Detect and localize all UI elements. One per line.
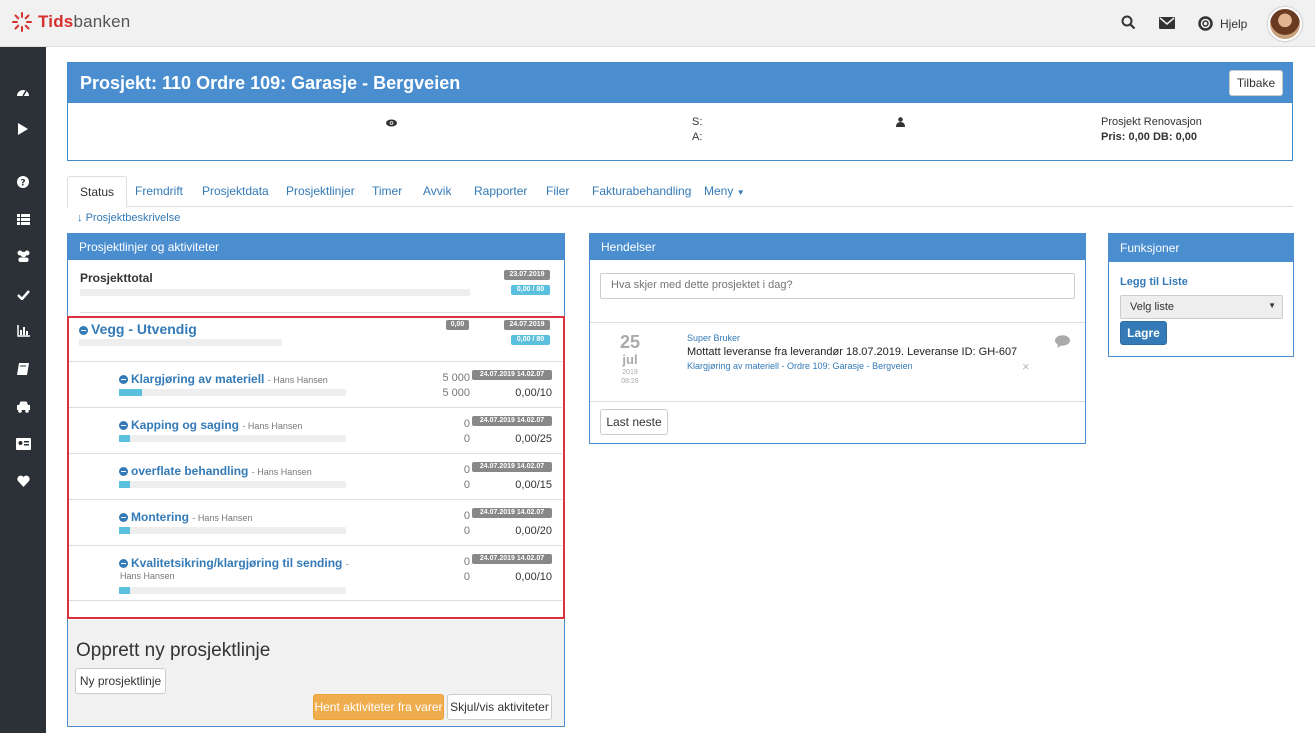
create-line-section: Opprett ny prosjektlinje Ny prosjektlinj…: [68, 620, 564, 726]
load-next-button[interactable]: Last neste: [600, 409, 668, 435]
total-progress-bar: [80, 289, 470, 296]
tab-filer[interactable]: Filer: [534, 176, 581, 207]
toggle-activities-button[interactable]: Skjul/vis aktiviteter: [447, 694, 552, 720]
caret-down-icon: ▼: [736, 188, 745, 197]
play-icon[interactable]: [15, 121, 31, 137]
back-button[interactable]: Tilbake: [1229, 70, 1283, 96]
top-bar: Tidsbanken Hjelp: [0, 0, 1315, 47]
tab-rapporter[interactable]: Rapporter: [462, 176, 539, 207]
tab-prosjektlinjer[interactable]: Prosjektlinjer: [274, 176, 367, 207]
fetch-activities-button[interactable]: Hent aktiviteter fra varer: [313, 694, 444, 720]
event-input[interactable]: [600, 273, 1075, 299]
svg-text:?: ?: [20, 179, 25, 189]
highlight-box: [67, 316, 565, 619]
heart-icon[interactable]: [15, 473, 31, 489]
add-list-link[interactable]: Legg til Liste: [1120, 276, 1188, 288]
description-link-label: Prosjektbeskrivelse: [85, 212, 181, 224]
project-lines-title: Prosjektlinjer og aktiviteter: [68, 234, 564, 260]
arrow-down-icon: ↓: [77, 212, 83, 224]
tab-prosjektdata[interactable]: Prosjektdata: [190, 176, 281, 207]
new-line-button[interactable]: Ny prosjektlinje: [75, 668, 166, 694]
functions-title: Funksjoner: [1109, 234, 1293, 262]
tab-meny-label: Meny: [704, 184, 734, 198]
event-author[interactable]: Super Bruker: [687, 333, 740, 343]
event-time: 08:28: [621, 378, 639, 385]
search-icon[interactable]: [1121, 15, 1136, 30]
comment-icon[interactable]: [1055, 335, 1070, 348]
book-icon[interactable]: [15, 361, 31, 377]
tab-avvik[interactable]: Avvik: [411, 176, 463, 207]
total-date-badge: 23.07.2019: [504, 270, 550, 280]
bar-chart-icon[interactable]: [15, 323, 31, 339]
functions-panel: Funksjoner Legg til Liste Velg liste ▼ L…: [1108, 233, 1294, 357]
price-summary: Pris: 0,00 DB: 0,00: [1101, 131, 1197, 143]
events-panel: Hendelser 25 jul 2019 08:28 Super Bruker…: [589, 233, 1086, 444]
checkmark-icon[interactable]: [15, 287, 31, 303]
event-date: 25 jul 2019 08:28: [610, 332, 650, 386]
tab-fremdrift[interactable]: Fremdrift: [123, 176, 195, 207]
tab-timer[interactable]: Timer: [360, 176, 414, 207]
lifebuoy-icon[interactable]: [1198, 16, 1213, 31]
save-button[interactable]: Lagre: [1120, 321, 1167, 345]
project-tabs: Status Fremdrift Prosjektdata Prosjektli…: [67, 176, 1293, 208]
clock-logo-icon: [12, 12, 32, 32]
eye-icon[interactable]: [386, 119, 397, 127]
customer-name: Prosjekt Renovasjon: [1101, 116, 1202, 128]
id-card-icon[interactable]: [15, 436, 31, 452]
help-link[interactable]: Hjelp: [1220, 17, 1247, 31]
tab-fakturabehandling[interactable]: Fakturabehandling: [580, 176, 703, 207]
description-link[interactable]: ↓ Prosjektbeskrivelse: [77, 212, 180, 224]
total-hours-badge: 0,00 / 80: [511, 285, 550, 295]
close-icon[interactable]: ×: [1022, 359, 1030, 374]
dashboard-icon[interactable]: [15, 84, 31, 100]
create-line-heading: Opprett ny prosjektlinje: [76, 640, 271, 661]
project-title: Prosjekt: 110 Ordre 109: Garasje - Bergv…: [80, 73, 461, 93]
users-icon[interactable]: [15, 248, 31, 264]
list-select[interactable]: Velg liste ▼: [1120, 295, 1283, 319]
envelope-icon[interactable]: [1159, 17, 1175, 29]
select-arrow-icon: ▼: [1268, 301, 1276, 310]
logo-text-primary: Tids: [38, 12, 74, 31]
user-icon: [896, 117, 905, 127]
brand-logo[interactable]: Tidsbanken: [11, 11, 130, 33]
tab-status[interactable]: Status: [67, 176, 128, 208]
s-label: S:: [692, 116, 703, 128]
list-icon[interactable]: [15, 211, 31, 227]
event-message: Mottatt leveranse fra leverandør 18.07.2…: [687, 346, 1018, 358]
project-header-panel: Prosjekt: 110 Ordre 109: Garasje - Bergv…: [67, 62, 1293, 161]
sidebar: ?: [0, 47, 46, 733]
event-day: 25: [619, 332, 641, 352]
event-context-link[interactable]: Klargjøring av materiell - Ordre 109: Ga…: [687, 361, 913, 371]
events-title: Hendelser: [590, 234, 1085, 260]
event-year: 2019: [622, 369, 638, 376]
car-icon[interactable]: [15, 399, 31, 415]
a-label: A:: [692, 131, 703, 143]
list-select-value: Velg liste: [1130, 301, 1175, 313]
tab-meny[interactable]: Meny ▼: [692, 176, 757, 207]
logo-text-secondary: banken: [73, 12, 131, 31]
user-avatar[interactable]: [1268, 7, 1302, 41]
question-icon[interactable]: ?: [15, 174, 31, 190]
event-month: jul: [622, 352, 638, 367]
project-total-label: Prosjekttotal: [80, 271, 153, 285]
